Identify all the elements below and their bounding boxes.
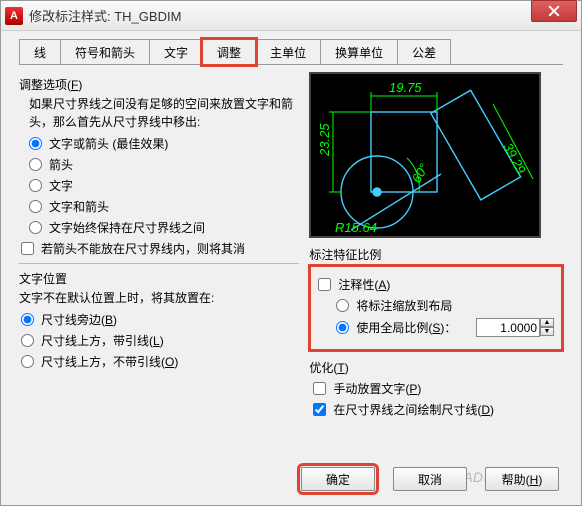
- global-scale-input[interactable]: [476, 318, 540, 337]
- tab-alt[interactable]: 换算单位: [320, 39, 398, 65]
- spin-down[interactable]: ▼: [540, 327, 554, 336]
- dim-radius: R15.64: [335, 220, 377, 235]
- scale-title: 标注特征比例: [309, 246, 563, 263]
- close-icon: [548, 5, 560, 17]
- dim-top: 19.75: [389, 80, 422, 95]
- tab-strip: 线 符号和箭头 文字 调整 主单位 换算单位 公差: [1, 31, 581, 65]
- dim-diag: 39.29: [501, 140, 530, 176]
- opt-over-leader[interactable]: 尺寸线上方，带引线(L): [21, 332, 299, 349]
- footer: 确定 取消 帮助(H): [1, 467, 581, 491]
- tab-tol[interactable]: 公差: [397, 39, 451, 65]
- chk-dimline[interactable]: 在尺寸界线之间绘制尺寸线(D): [313, 401, 563, 418]
- chk-annotative[interactable]: 注释性(A): [318, 276, 554, 293]
- tab-line[interactable]: 线: [19, 39, 61, 65]
- close-button[interactable]: [531, 0, 577, 22]
- opt-scale-layout[interactable]: 将标注缩放到布局: [336, 297, 554, 314]
- opt-either[interactable]: 文字或箭头 (最佳效果): [29, 135, 299, 152]
- tab-primary[interactable]: 主单位: [255, 39, 321, 65]
- fit-options-title: 调整选项(F): [19, 76, 299, 93]
- preview-pane: 19.75 23.25 39.29 60° R15.64: [309, 72, 541, 238]
- app-icon: A: [5, 7, 23, 25]
- chk-manual[interactable]: 手动放置文字(P): [313, 380, 563, 397]
- dim-left: 23.25: [317, 123, 332, 157]
- opt-scale-global[interactable]: 使用全局比例(S)：: [336, 319, 456, 336]
- tune-title: 优化(T): [309, 359, 563, 376]
- opt-both[interactable]: 文字和箭头: [29, 198, 299, 215]
- spin-up[interactable]: ▲: [540, 318, 554, 327]
- tab-fit[interactable]: 调整: [202, 39, 256, 65]
- opt-beside[interactable]: 尺寸线旁边(B): [21, 311, 299, 328]
- opt-text[interactable]: 文字: [29, 177, 299, 194]
- fit-desc: 如果尺寸界线之间没有足够的空间来放置文字和箭头，那么首先从尺寸界线中移出:: [29, 95, 299, 131]
- tab-symbols[interactable]: 符号和箭头: [60, 39, 150, 65]
- ok-button[interactable]: 确定: [301, 467, 375, 491]
- titlebar: A 修改标注样式: TH_GBDIM: [1, 1, 581, 31]
- opt-over-noleader[interactable]: 尺寸线上方，不带引线(O): [21, 353, 299, 370]
- opt-always[interactable]: 文字始终保持在尺寸界线之间: [29, 219, 299, 236]
- help-button[interactable]: 帮助(H): [485, 467, 559, 491]
- scale-group: 注释性(A) 将标注缩放到布局 使用全局比例(S)： ▲ ▼: [309, 265, 563, 351]
- cancel-button[interactable]: 取消: [393, 467, 467, 491]
- textpos-desc: 文字不在默认位置上时，将其放置在:: [19, 289, 299, 307]
- textpos-title: 文字位置: [19, 270, 299, 287]
- window-title: 修改标注样式: TH_GBDIM: [29, 6, 577, 25]
- opt-arrows[interactable]: 箭头: [29, 156, 299, 173]
- chk-suppress[interactable]: 若箭头不能放在尺寸界线内，则将其消: [21, 240, 299, 257]
- tab-text[interactable]: 文字: [149, 39, 203, 65]
